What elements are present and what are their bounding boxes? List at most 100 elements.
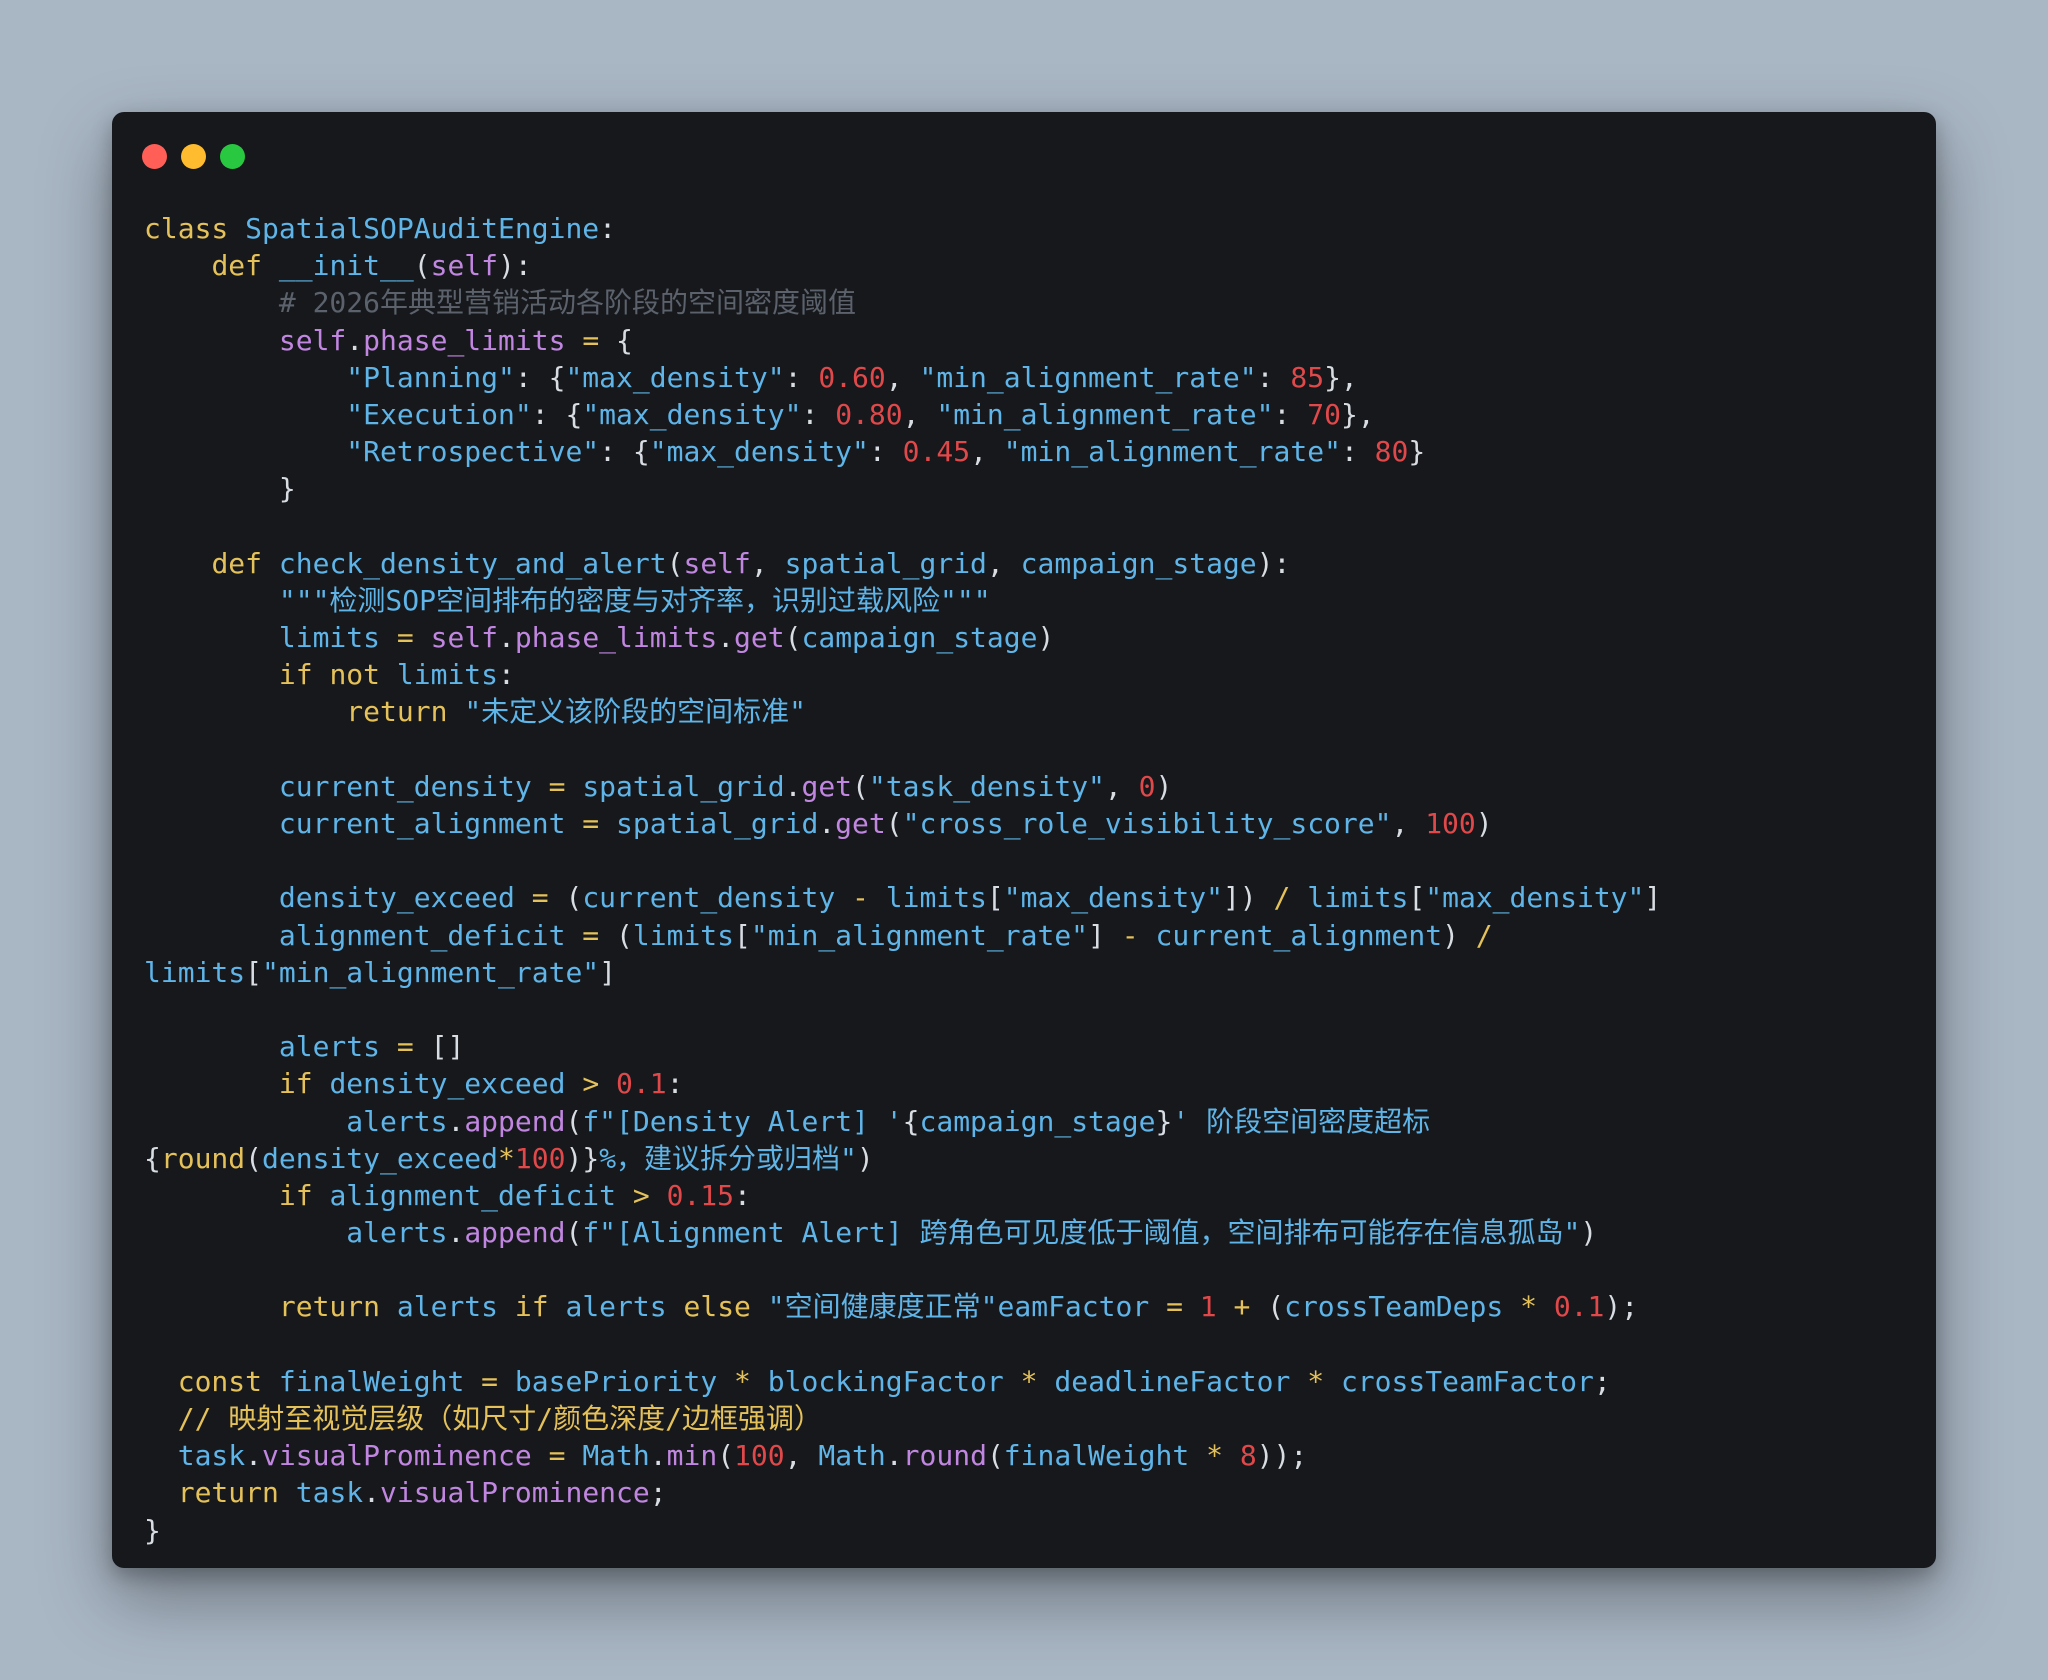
code-line: alerts = []	[144, 1028, 1661, 1065]
code-token: "max_density"	[582, 397, 802, 431]
code-token: ,	[902, 397, 937, 431]
code-token: def	[211, 249, 263, 283]
minimize-button[interactable]	[181, 144, 206, 169]
code-token: : {	[514, 360, 566, 394]
code-token: :	[599, 212, 617, 245]
code-token: 100	[1425, 807, 1476, 840]
code-line: current_alignment = spatial_grid.get("cr…	[144, 805, 1661, 842]
code-token: },	[1324, 360, 1358, 394]
code-token: ,	[784, 1439, 819, 1473]
code-token: "max_density"	[1425, 881, 1645, 915]
code-token: 8	[1239, 1439, 1257, 1473]
code-token: [	[1408, 881, 1426, 915]
maximize-button[interactable]	[220, 144, 245, 169]
code-token: *	[1206, 1439, 1223, 1473]
code-line: // 映射至视觉层级（如尺寸/颜色深度/边框强调）	[144, 1400, 1661, 1437]
code-token: :	[1256, 360, 1291, 394]
code-token: =	[481, 1364, 499, 1398]
code-token: 0.1	[1553, 1290, 1605, 1324]
code-token: );	[1604, 1290, 1639, 1324]
code-token: alerts	[278, 1030, 381, 1064]
code-token: spatial_grid	[582, 769, 785, 803]
code-token: :	[1273, 397, 1308, 431]
code-token: ]	[599, 955, 617, 989]
code-token: density_exceed	[329, 1067, 566, 1101]
code-token: (	[986, 1439, 1004, 1473]
code-token: :	[1340, 435, 1375, 469]
code-line: current_density = spatial_grid.get("task…	[144, 768, 1661, 805]
code-token: spatial_grid	[784, 546, 987, 580]
code-line: alerts.append(f"[Density Alert] '{campai…	[144, 1103, 1661, 1140]
code-line: """检测SOP空间排布的密度与对齐率，识别过载风险"""	[144, 582, 1661, 619]
code-token: visualProminence	[262, 1439, 532, 1473]
code-token: : {	[599, 435, 650, 469]
code-token: alerts	[346, 1104, 448, 1138]
code-token: blockingFactor	[767, 1364, 1004, 1398]
code-token: self	[683, 546, 751, 580]
code-token: class	[144, 212, 229, 245]
code-token: .	[245, 1439, 263, 1473]
code-token: .	[447, 1104, 465, 1138]
code-token: ;	[1593, 1364, 1611, 1398]
code-token: (	[548, 881, 583, 915]
code-token: .	[818, 807, 836, 840]
code-token: "空间健康度正常"eamFactor	[767, 1290, 1150, 1324]
code-token: =	[582, 323, 600, 357]
code-token: )	[1155, 769, 1173, 803]
code-token: density_exceed	[262, 1141, 499, 1175]
code-token: basePriority	[514, 1364, 718, 1398]
code-token: phase_limits	[514, 621, 718, 655]
code-token: =	[582, 807, 600, 840]
code-token: limits	[278, 621, 381, 655]
code-token: )	[1037, 621, 1055, 655]
code-token: ]	[1088, 918, 1122, 952]
code-token: current_alignment	[1155, 918, 1443, 952]
code-block: class SpatialSOPAuditEngine: def __init_…	[144, 210, 1661, 1549]
code-token: ,	[750, 546, 785, 580]
code-token: deadlineFactor	[1054, 1364, 1291, 1398]
code-token: "min_alignment_rate"	[936, 397, 1274, 431]
code-token: )	[1580, 1216, 1598, 1250]
code-token: get	[734, 621, 785, 655]
code-token: round	[160, 1141, 246, 1175]
code-token: spatial_grid	[616, 807, 819, 840]
code-token: limits	[396, 658, 499, 692]
code-token: (	[784, 621, 802, 655]
code-token: []	[413, 1030, 465, 1064]
window-controls	[142, 144, 245, 170]
code-line: task.visualProminence = Math.min(100, Ma…	[144, 1437, 1661, 1474]
close-button[interactable]	[142, 144, 167, 169]
code-token: -	[1121, 918, 1139, 952]
code-token: =	[582, 918, 600, 952]
code-token: "min_alignment_rate"	[750, 918, 1089, 952]
code-token: (	[852, 769, 869, 803]
code-token: def	[211, 546, 263, 580]
code-token: f"[Density Alert] '	[582, 1104, 903, 1138]
code-token: current_density	[278, 769, 532, 803]
code-token: return	[177, 1476, 279, 1510]
code-token: self	[278, 323, 347, 357]
code-token: return	[278, 1290, 381, 1324]
